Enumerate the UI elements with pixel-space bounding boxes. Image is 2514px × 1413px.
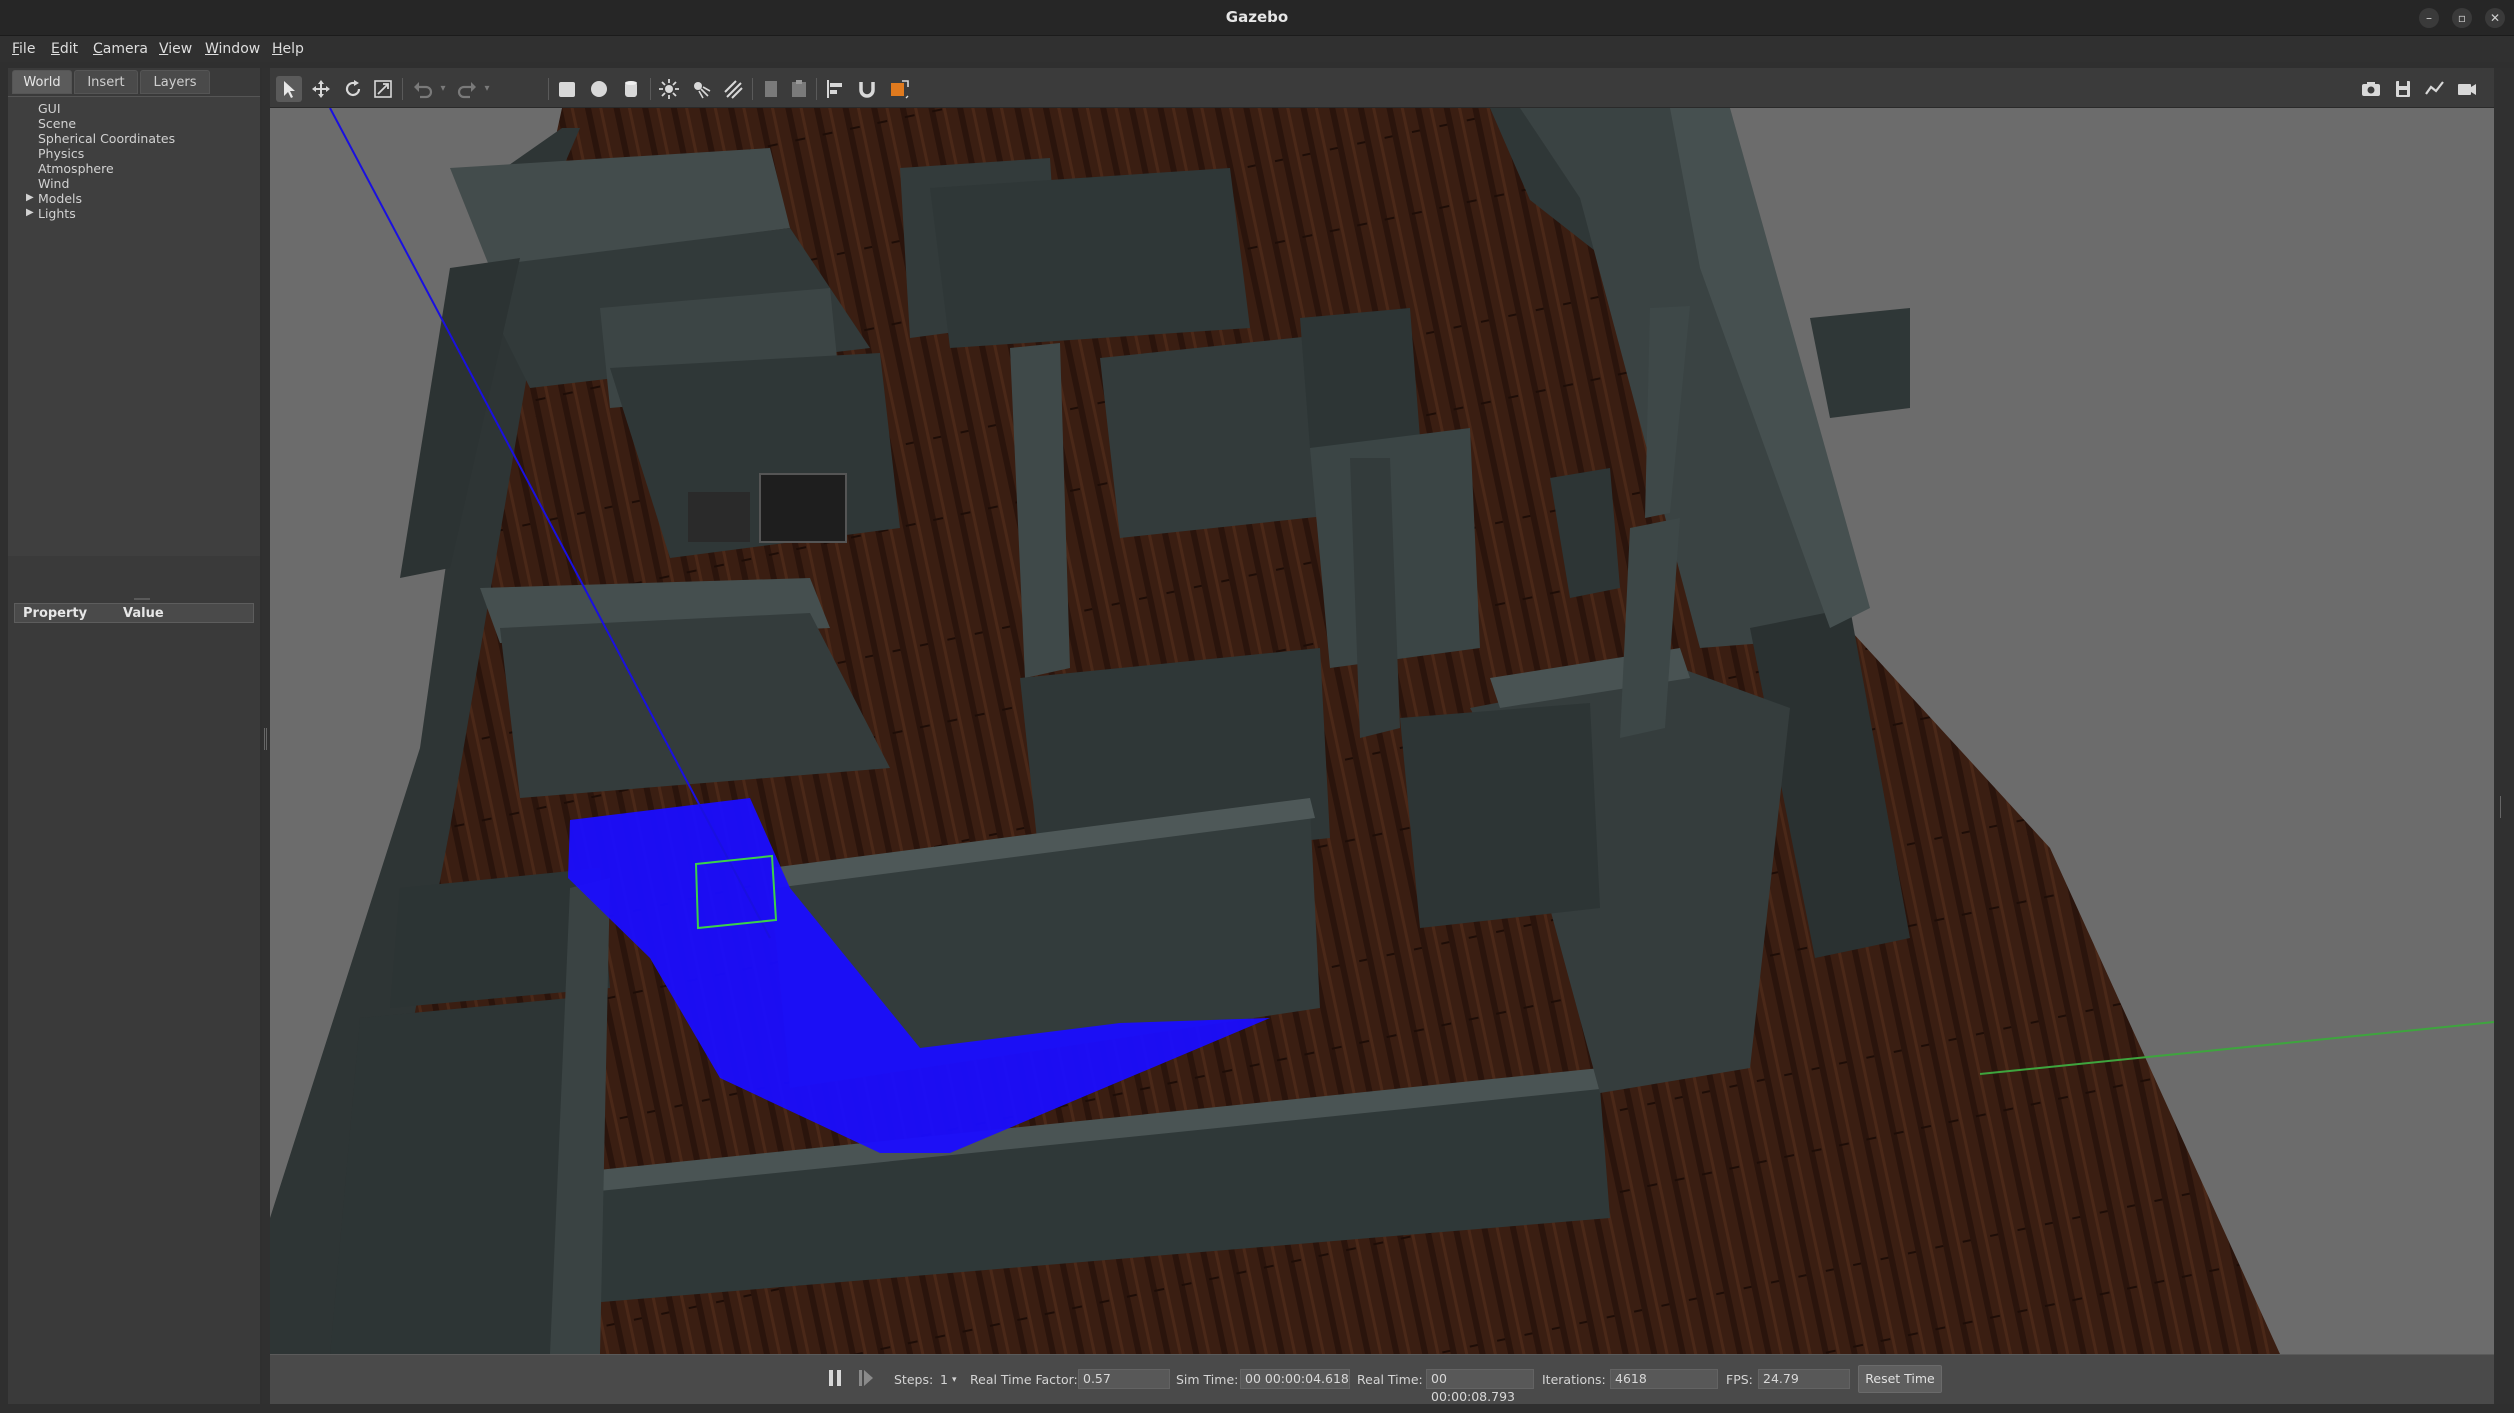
maximize-icon[interactable]: ▫ <box>2452 8 2472 28</box>
snap-icon[interactable] <box>854 76 880 102</box>
tree-item-models[interactable]: Models <box>38 191 82 206</box>
property-column-header: Property <box>23 606 88 621</box>
rotate-icon[interactable] <box>340 76 366 102</box>
change-view-icon[interactable] <box>886 76 912 102</box>
sim-time-field: 00 00:00:04.618 <box>1240 1369 1350 1389</box>
undo-dropdown-icon[interactable]: ▾ <box>436 76 450 102</box>
tab-world[interactable]: World <box>12 70 72 94</box>
log-icon[interactable] <box>2390 76 2416 102</box>
menu-file[interactable]: File <box>12 41 35 57</box>
steps-label: Steps: <box>894 1372 934 1387</box>
fps-label: FPS: <box>1726 1372 1753 1387</box>
world-tree: GUI Scene Spherical Coordinates Physics … <box>8 96 260 556</box>
tree-item-atmosphere[interactable]: Atmosphere <box>38 161 114 176</box>
translate-icon[interactable] <box>308 76 334 102</box>
tab-insert[interactable]: Insert <box>74 70 138 94</box>
plot-icon[interactable] <box>2422 76 2448 102</box>
video-record-icon[interactable] <box>2454 76 2480 102</box>
panel-splitter-handle[interactable] <box>134 598 150 600</box>
paste-icon[interactable] <box>786 76 812 102</box>
splitter-grip-icon[interactable] <box>264 728 267 750</box>
menu-camera[interactable]: Camera <box>93 41 148 57</box>
menu-help[interactable]: Help <box>272 41 304 57</box>
steps-value[interactable]: 1 <box>940 1372 948 1387</box>
tree-item-scene[interactable]: Scene <box>38 116 76 131</box>
scale-icon[interactable] <box>370 76 396 102</box>
left-splitter[interactable] <box>262 68 270 1404</box>
iterations-field: 4618 <box>1610 1369 1718 1389</box>
cylinder-icon[interactable] <box>618 76 644 102</box>
menu-bar: File Edit Camera View Window Help <box>0 36 2514 62</box>
expand-lights-icon[interactable]: ▶ <box>26 207 34 218</box>
tree-item-gui[interactable]: GUI <box>38 101 61 116</box>
select-arrow-icon[interactable] <box>276 76 302 102</box>
sphere-icon[interactable] <box>586 76 612 102</box>
scene-render <box>270 108 2494 1354</box>
copy-icon[interactable] <box>758 76 784 102</box>
menu-view[interactable]: View <box>159 41 192 57</box>
steps-dropdown-icon[interactable]: ▾ <box>952 1375 957 1385</box>
toolbar: ▾ ▾ <box>270 68 2494 108</box>
spot-light-icon[interactable] <box>688 76 714 102</box>
property-table-header: Property Value <box>14 603 254 623</box>
box-icon[interactable] <box>554 76 580 102</box>
align-icon[interactable] <box>822 76 848 102</box>
value-column-header: Value <box>123 606 164 621</box>
directional-light-icon[interactable] <box>720 76 746 102</box>
tab-layers[interactable]: Layers <box>140 70 210 94</box>
real-time-factor-label: Real Time Factor: <box>970 1372 1078 1387</box>
status-bar: Steps: 1 ▾ Real Time Factor: 0.57 Sim Ti… <box>270 1354 2494 1404</box>
real-time-factor-field: 0.57 <box>1078 1369 1170 1389</box>
undo-icon[interactable] <box>410 76 436 102</box>
menu-window[interactable]: Window <box>205 41 260 57</box>
expand-models-icon[interactable]: ▶ <box>26 192 34 203</box>
iterations-label: Iterations: <box>1542 1372 1606 1387</box>
screenshot-icon[interactable] <box>2358 76 2384 102</box>
tree-item-spherical-coordinates[interactable]: Spherical Coordinates <box>38 131 175 146</box>
left-panel: World Insert Layers GUI Scene Spherical … <box>8 68 260 1404</box>
tree-item-physics[interactable]: Physics <box>38 146 84 161</box>
redo-icon[interactable] <box>454 76 480 102</box>
splitter-grip-icon[interactable] <box>2500 796 2503 818</box>
tree-item-wind[interactable]: Wind <box>38 176 69 191</box>
real-time-field: 00 00:00:08.793 <box>1426 1369 1534 1404</box>
redo-dropdown-icon[interactable]: ▾ <box>480 76 494 102</box>
scene-viewport[interactable] <box>270 108 2494 1354</box>
sim-time-label: Sim Time: <box>1176 1372 1239 1387</box>
fps-field: 24.79 <box>1758 1369 1850 1389</box>
right-splitter[interactable] <box>2494 68 2514 1404</box>
minimize-icon[interactable]: – <box>2419 8 2439 28</box>
point-light-icon[interactable] <box>656 76 682 102</box>
close-icon[interactable]: ✕ <box>2485 8 2505 28</box>
tree-item-lights[interactable]: Lights <box>38 206 76 221</box>
step-icon[interactable] <box>853 1365 879 1391</box>
pause-icon[interactable] <box>822 1365 848 1391</box>
title-bar: Gazebo – ▫ ✕ <box>0 0 2514 36</box>
reset-time-button[interactable]: Reset Time <box>1858 1365 1942 1393</box>
window-title: Gazebo <box>1225 8 1289 26</box>
menu-edit[interactable]: Edit <box>51 41 78 57</box>
real-time-label: Real Time: <box>1357 1372 1423 1387</box>
